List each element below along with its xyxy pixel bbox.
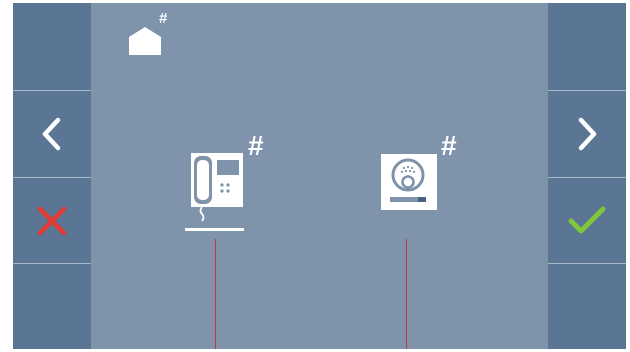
door-panel-camera-icon xyxy=(381,154,437,210)
monitor-screen: # # # xyxy=(13,3,626,349)
panel-hash: # xyxy=(441,130,457,161)
right-top-button xyxy=(548,3,626,89)
left-sidebar xyxy=(13,3,91,349)
right-bottom-button xyxy=(548,264,626,350)
home-indicator: # xyxy=(125,10,170,55)
home-hash: # xyxy=(159,10,168,27)
chevron-left-icon xyxy=(42,117,61,151)
left-top-button xyxy=(13,3,91,89)
selection-underline xyxy=(185,228,244,231)
chevron-right-icon xyxy=(578,117,597,151)
intercom-handset-icon xyxy=(191,153,243,222)
confirm-button[interactable] xyxy=(548,178,626,264)
left-bottom-button xyxy=(13,264,91,350)
back-button[interactable] xyxy=(13,91,91,177)
panel-wire xyxy=(406,239,407,349)
cancel-icon xyxy=(37,206,67,236)
handset-hash: # xyxy=(248,130,264,161)
right-sidebar xyxy=(548,3,626,349)
handset-wire xyxy=(215,239,216,349)
cancel-button[interactable] xyxy=(13,178,91,264)
handset-monitor-device[interactable] xyxy=(189,151,245,223)
forward-button[interactable] xyxy=(548,91,626,177)
entrance-panel-device[interactable] xyxy=(380,153,438,211)
checkmark-icon xyxy=(568,206,606,234)
